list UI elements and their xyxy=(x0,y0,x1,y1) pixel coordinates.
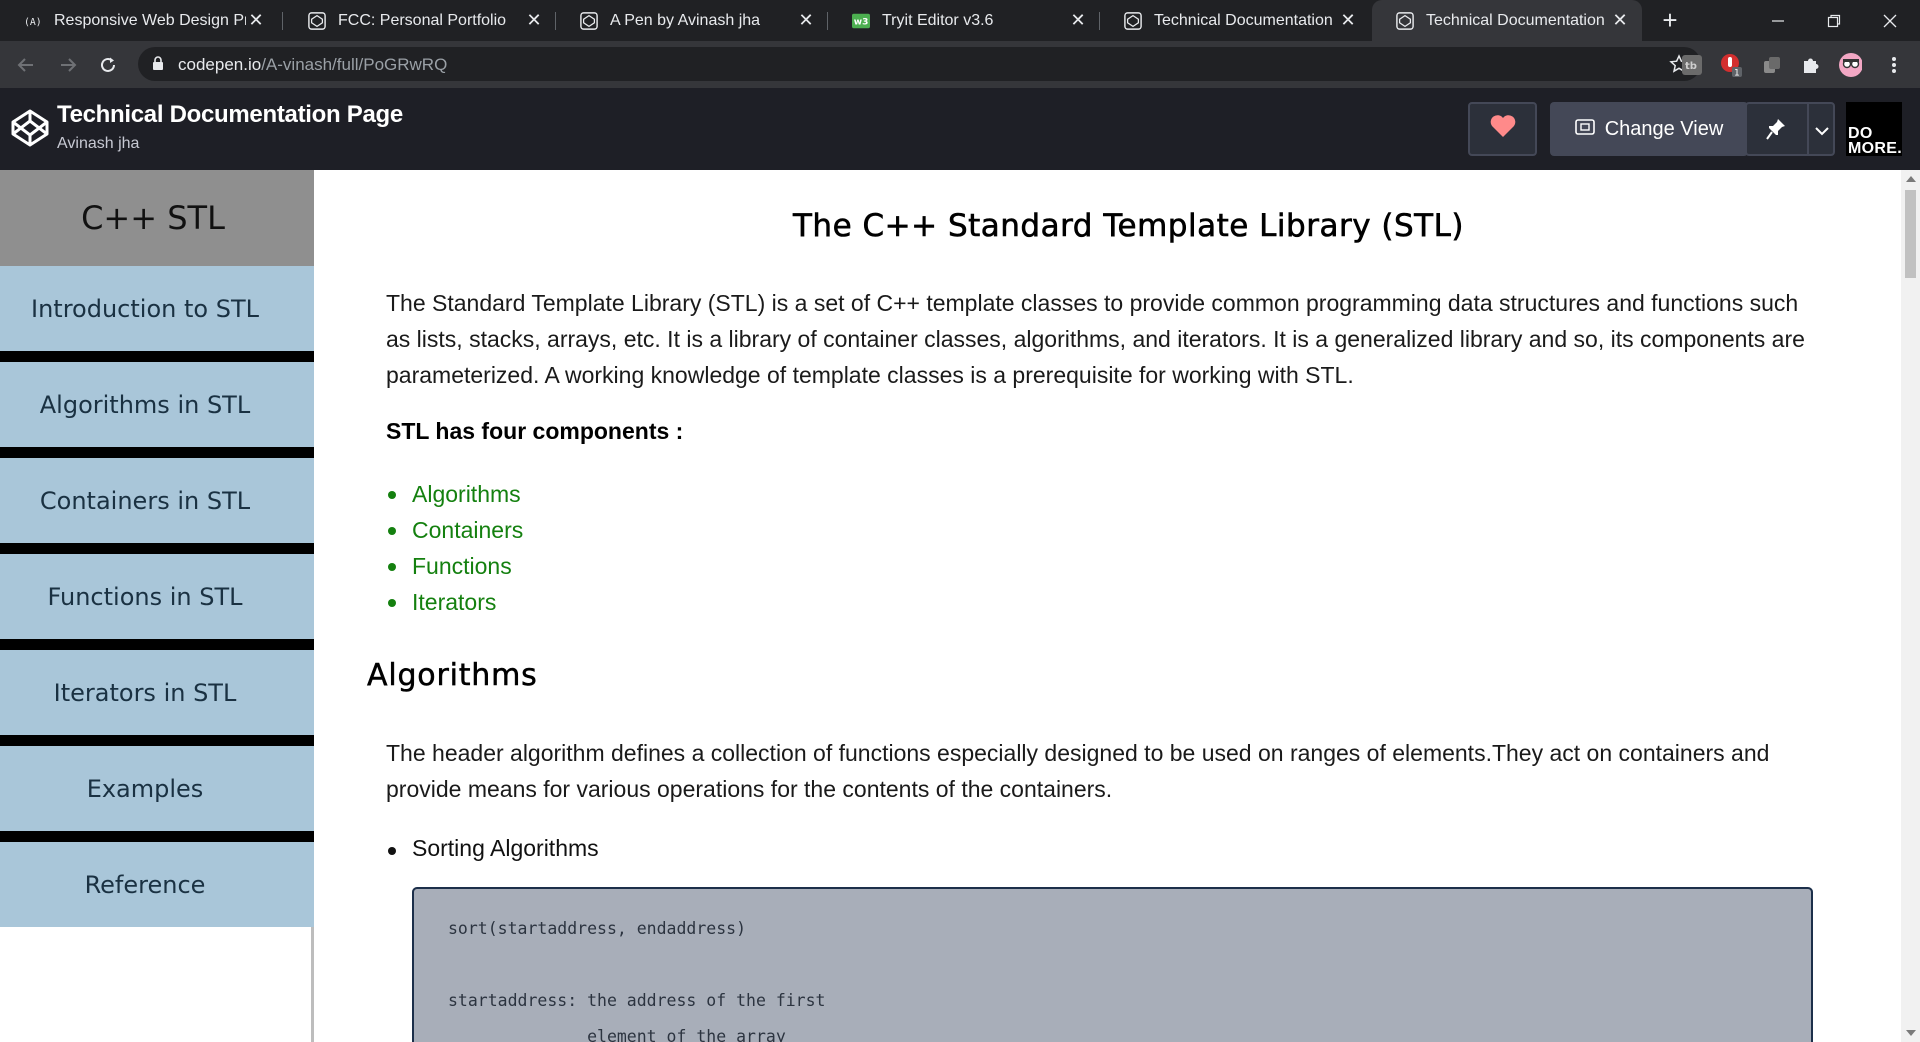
components-list: Algorithms Containers Functions Iterator… xyxy=(386,476,523,620)
main-doc: The C++ Standard Template Library (STL) … xyxy=(317,170,1901,1042)
navbar: C++ STL Introduction to STL Algorithms i… xyxy=(0,170,314,1042)
nav-link-reference[interactable]: Reference xyxy=(0,842,314,927)
components-heading: STL has four components : xyxy=(386,418,684,444)
component-link-iterators[interactable]: Iterators xyxy=(386,584,523,620)
algorithms-paragraph: The header algorithm defines a collectio… xyxy=(386,740,1770,802)
extension-shield-icon[interactable]: 1 xyxy=(1720,53,1744,77)
vertical-scrollbar[interactable] xyxy=(1901,170,1920,1042)
browser-tab-5[interactable]: Technical Documentation Pa ✕ xyxy=(1100,0,1370,41)
codepen-icon xyxy=(1396,11,1414,30)
page-title: The C++ Standard Template Library (STL) xyxy=(793,208,1464,245)
reload-icon[interactable] xyxy=(92,49,124,81)
pin-button[interactable] xyxy=(1745,102,1835,156)
browser-tab-3[interactable]: A Pen by Avinash jha ✕ xyxy=(556,0,828,41)
scroll-down-arrow-icon[interactable] xyxy=(1906,1030,1916,1036)
window-icon xyxy=(1574,118,1595,141)
nav-link-introduction[interactable]: Introduction to STL xyxy=(0,266,314,362)
nav-header: C++ STL xyxy=(0,170,314,266)
browser-tab-2[interactable]: FCC: Personal Portfolio ✕ xyxy=(284,0,556,41)
nav-link-functions[interactable]: Functions in STL xyxy=(0,554,314,650)
scrollbar-thumb[interactable] xyxy=(1905,190,1916,278)
do-more-badge[interactable]: DO MORE. xyxy=(1846,102,1902,157)
restore-button[interactable] xyxy=(1806,0,1862,41)
pen-author[interactable]: Avinash jha xyxy=(57,135,139,153)
svg-text:tb: tb xyxy=(1685,61,1697,72)
component-link-containers[interactable]: Containers xyxy=(386,512,523,548)
close-icon[interactable]: ✕ xyxy=(796,10,816,31)
browser-tab-6-active[interactable]: Technical Documentation Pa ✕ xyxy=(1372,0,1642,41)
svg-text:1: 1 xyxy=(1734,69,1740,78)
codepen-icon xyxy=(580,11,598,30)
scroll-up-arrow-icon[interactable] xyxy=(1906,176,1916,182)
w3schools-icon: w3 xyxy=(852,12,870,30)
extension-copy-icon[interactable] xyxy=(1760,53,1784,77)
close-icon[interactable]: ✕ xyxy=(1610,10,1630,31)
close-window-button[interactable] xyxy=(1862,0,1918,41)
close-icon[interactable]: ✕ xyxy=(246,10,266,31)
codepen-header: Technical Documentation Page Avinash jha… xyxy=(0,88,1920,170)
pin-icon xyxy=(1766,118,1786,146)
profile-avatar[interactable] xyxy=(1838,53,1862,77)
fcc-icon: (A) xyxy=(24,12,42,30)
component-link-functions[interactable]: Functions xyxy=(386,548,523,584)
extension-tb-icon[interactable]: tb xyxy=(1680,53,1704,77)
heart-icon xyxy=(1489,114,1517,144)
close-icon[interactable]: ✕ xyxy=(524,10,544,31)
close-icon[interactable]: ✕ xyxy=(1338,10,1358,31)
codepen-icon xyxy=(308,11,326,30)
close-icon[interactable]: ✕ xyxy=(1068,10,1088,31)
forward-arrow-icon[interactable] xyxy=(52,49,84,81)
nav-link-iterators[interactable]: Iterators in STL xyxy=(0,650,314,746)
component-link-algorithms[interactable]: Algorithms xyxy=(386,476,523,512)
tab-title: Tryit Editor v3.6 xyxy=(882,11,994,29)
browser-tab-1[interactable]: (A) Responsive Web Design Proje ✕ xyxy=(0,0,278,41)
intro-paragraph: The Standard Template Library (STL) is a… xyxy=(386,290,1805,388)
back-arrow-icon[interactable] xyxy=(10,49,42,81)
browser-toolbar: codepen.io/A-vinash/full/PoGRwRQ tb 1 xyxy=(0,41,1920,88)
tab-title: FCC: Personal Portfolio xyxy=(338,11,507,29)
tab-title: A Pen by Avinash jha xyxy=(610,11,761,29)
tab-title: Technical Documentation Pa xyxy=(1426,11,1610,29)
svg-text:(A): (A) xyxy=(24,17,42,28)
minimize-button[interactable] xyxy=(1750,0,1806,41)
code-text: sort(startaddress, endaddress) startaddr… xyxy=(448,919,826,1042)
address-bar[interactable]: codepen.io/A-vinash/full/PoGRwRQ xyxy=(138,47,1701,81)
pen-title: Technical Documentation Page xyxy=(57,101,403,128)
nav-link-algorithms[interactable]: Algorithms in STL xyxy=(0,362,314,458)
url-text: codepen.io/A-vinash/full/PoGRwRQ xyxy=(178,55,448,74)
change-view-label: Change View xyxy=(1604,117,1724,140)
codepen-icon xyxy=(1124,11,1142,30)
nav-link-containers[interactable]: Containers in STL xyxy=(0,458,314,554)
tab-title: Responsive Web Design Proje xyxy=(54,11,246,29)
tab-title: Technical Documentation Pa xyxy=(1154,11,1338,29)
new-tab-button[interactable]: + xyxy=(1655,4,1685,36)
chevron-down-icon[interactable] xyxy=(1815,121,1829,144)
nav-link-examples[interactable]: Examples xyxy=(0,746,314,842)
svg-text:w3: w3 xyxy=(854,17,869,27)
section-heading-algorithms: Algorithms xyxy=(367,658,538,694)
browser-tab-4[interactable]: w3 Tryit Editor v3.6 ✕ xyxy=(828,0,1100,41)
code-block: sort(startaddress, endaddress) startaddr… xyxy=(412,887,1813,1042)
extensions-puzzle-icon[interactable] xyxy=(1799,53,1823,77)
codepen-logo-icon[interactable] xyxy=(10,108,50,153)
list-item-sorting: Sorting Algorithms xyxy=(386,835,599,862)
heart-button[interactable] xyxy=(1468,102,1537,156)
browser-menu-icon[interactable] xyxy=(1882,53,1906,77)
change-view-button[interactable]: Change View xyxy=(1550,102,1748,156)
lock-icon xyxy=(152,56,164,76)
browser-tab-strip: (A) Responsive Web Design Proje ✕ FCC: P… xyxy=(0,0,1920,41)
